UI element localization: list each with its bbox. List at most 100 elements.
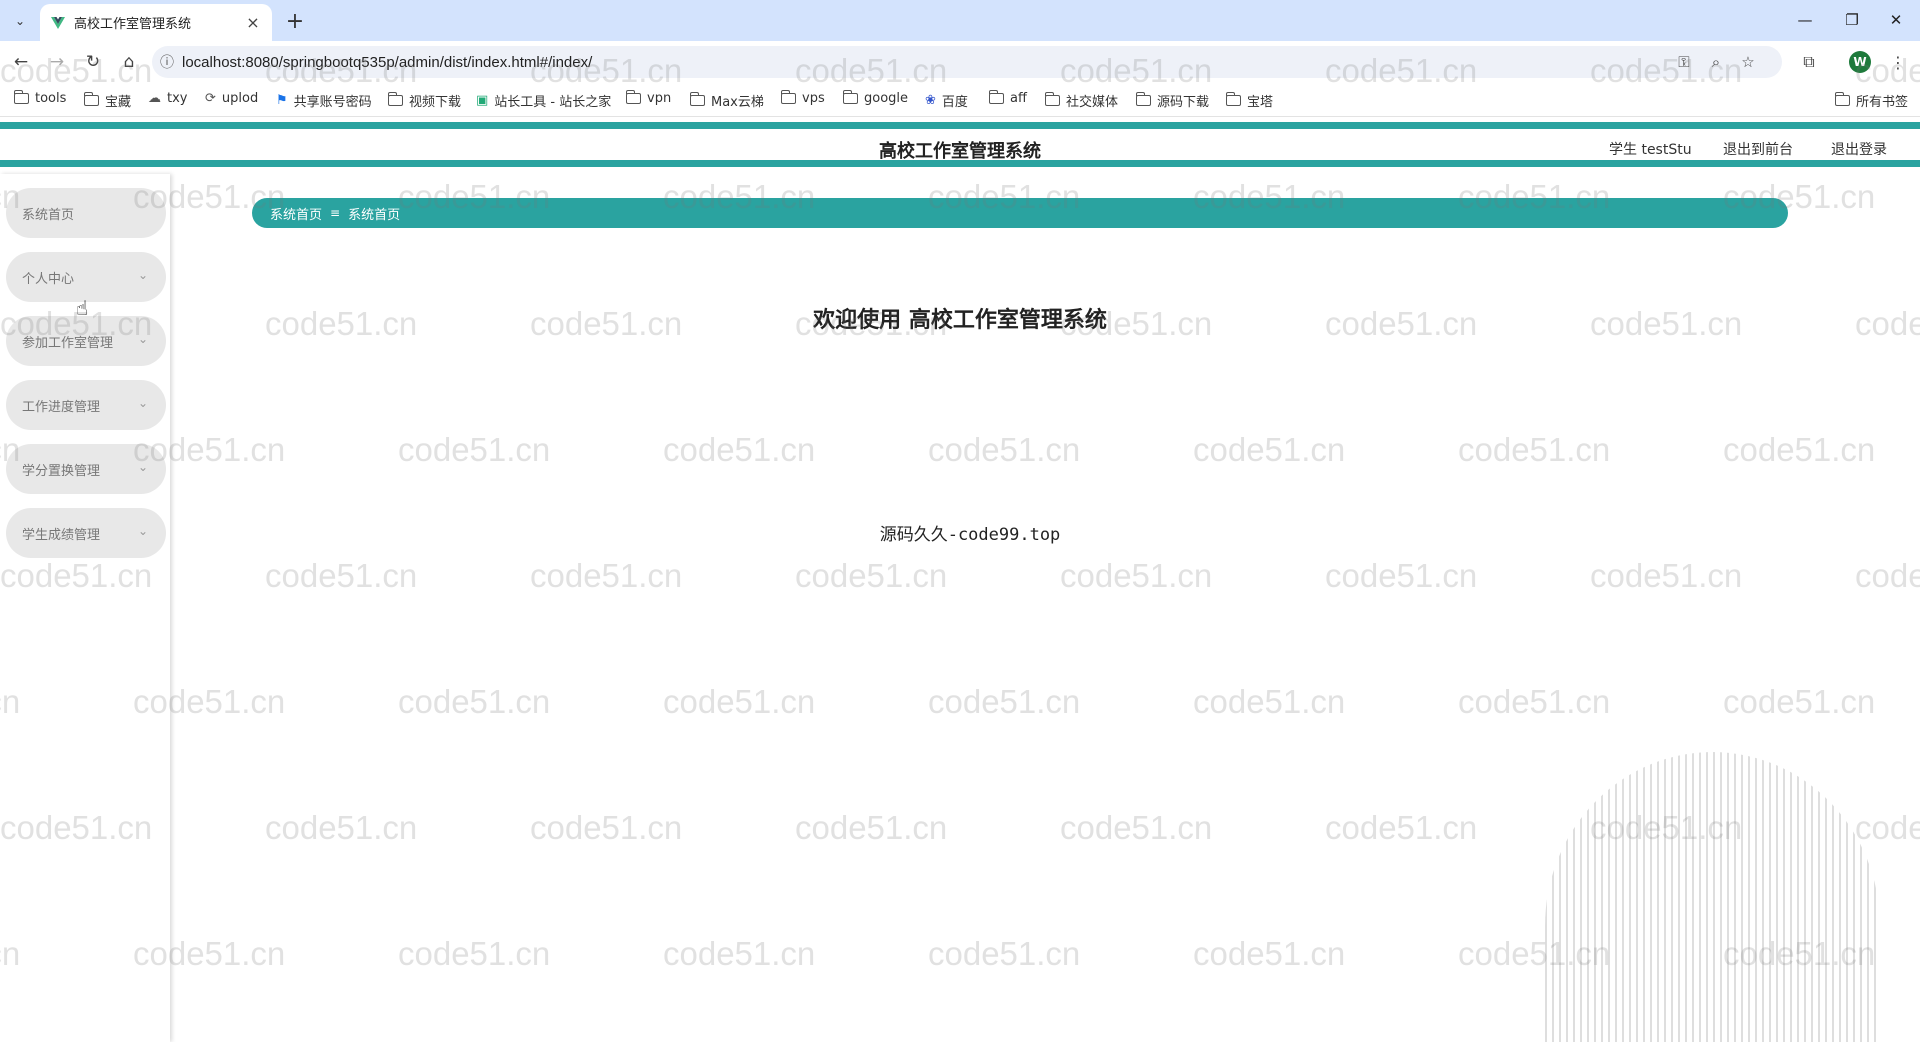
breadcrumb-home[interactable]: 系统首页 (270, 204, 322, 223)
tab-search-chevron-icon[interactable]: ⌄ (8, 9, 32, 33)
tab-title: 高校工作室管理系统 (74, 17, 192, 32)
bookmark-item[interactable]: ❀ 百度 (925, 91, 968, 110)
bookmark-item[interactable]: 宝藏 (83, 91, 131, 110)
bookmark-item[interactable]: vpn (625, 90, 671, 106)
source-text: 源码久久-code99.top (879, 525, 1061, 545)
forward-icon[interactable]: → (44, 49, 70, 75)
watermark-text: code51.cn (1723, 683, 1876, 720)
bookmark-item[interactable]: 源码下载 (1135, 91, 1209, 110)
breadcrumb: 系统首页 ≡ 系统首页 (252, 198, 1788, 228)
folder-icon (625, 90, 641, 104)
tab-close-icon[interactable]: × (244, 13, 262, 32)
watermark-text: code51.cn (1193, 683, 1346, 720)
bookmark-item[interactable]: ⟳ uplod (205, 91, 258, 106)
watermark-text: code51.cn (1723, 431, 1876, 468)
bookmark-item[interactable]: 社交媒体 (1044, 91, 1118, 110)
folder-icon (842, 90, 858, 104)
browser-toolbar: ← → ↻ ⌂ ⓘ localhost:8080/springbootq535p… (0, 41, 1920, 83)
folder-icon (387, 92, 403, 106)
folder-icon (1135, 92, 1151, 106)
bookmark-item[interactable]: ▣ 站长工具 - 站长之家 (476, 91, 611, 110)
watermark-text: code51.cn (1325, 809, 1478, 846)
home-icon[interactable]: ⌂ (116, 49, 142, 75)
watermark-text: code51.cn (1325, 557, 1478, 594)
decorative-stripes (1545, 752, 1880, 1042)
app-header: 高校工作室管理系统 学生 testStu 退出到前台 退出登录 (0, 122, 1920, 167)
bookmark-item[interactable]: Max云梯 (689, 91, 764, 110)
watermark-text: code51.cn (1590, 557, 1743, 594)
sidebar-item-profile[interactable]: 个人中心 ⌄ (6, 252, 166, 302)
bookmark-star-icon[interactable]: ☆ (1736, 50, 1760, 74)
watermark-text: code51.cn (1193, 431, 1346, 468)
watermark-text: code51.cn (795, 809, 948, 846)
bookmark-item[interactable]: google (842, 90, 908, 106)
watermark-text: code51.cn (663, 935, 816, 972)
folder-icon (780, 90, 796, 104)
address-bar[interactable]: ⓘ localhost:8080/springbootq535p/admin/d… (152, 46, 1782, 78)
extensions-icon[interactable]: ⧉ (1796, 49, 1822, 75)
sidebar-item-credit[interactable]: 学分置换管理 ⌄ (6, 444, 166, 494)
watermark-text: code51.cn (398, 935, 551, 972)
minimize-icon[interactable]: — (1785, 6, 1825, 34)
watermark-text: code51.cn (928, 935, 1081, 972)
bookmark-item[interactable]: aff (988, 90, 1027, 106)
browser-tab[interactable]: 高校工作室管理系统 × (40, 4, 272, 41)
watermark-text: code51.cn (795, 557, 948, 594)
restore-icon[interactable]: ❐ (1832, 6, 1872, 34)
hand-cursor-icon: ☝ (76, 296, 89, 320)
folder-icon (13, 90, 29, 104)
watermark-text: code51.cn (530, 809, 683, 846)
site-info-icon[interactable]: ⓘ (152, 52, 182, 72)
watermark-text: code51.cn (1193, 935, 1346, 972)
password-key-icon[interactable]: ⚿ (1672, 50, 1696, 74)
upload-icon: ⟳ (205, 91, 216, 106)
baidu-paw-icon: ❀ (925, 93, 936, 108)
back-to-front-link[interactable]: 退出到前台 (1723, 139, 1793, 159)
chevron-down-icon: ⌄ (137, 268, 148, 282)
reload-icon[interactable]: ↻ (80, 49, 106, 75)
folder-icon (83, 92, 99, 106)
bookmark-item[interactable]: 宝塔 (1225, 91, 1273, 110)
logout-link[interactable]: 退出登录 (1831, 139, 1887, 159)
sidebar-item-progress[interactable]: 工作进度管理 ⌄ (6, 380, 166, 430)
watermark-text: code51.cn (928, 683, 1081, 720)
bookmark-item[interactable]: 视频下载 (387, 91, 461, 110)
profile-avatar[interactable]: W (1849, 51, 1871, 73)
close-window-icon[interactable]: ✕ (1876, 6, 1916, 34)
vue-favicon-icon (50, 15, 66, 31)
zoom-icon[interactable]: ⌕ (1704, 50, 1728, 74)
menu-kebab-icon[interactable]: ⋮ (1885, 49, 1911, 75)
share-icon: ⚑ (276, 93, 288, 108)
bookmark-item[interactable]: ⚑ 共享账号密码 (276, 91, 372, 110)
back-icon[interactable]: ← (8, 49, 34, 75)
welcome-heading: 欢迎使用 高校工作室管理系统 (813, 308, 1107, 333)
chevron-down-icon: ⌄ (137, 396, 148, 410)
watermark-text: code51.cn (1855, 557, 1920, 594)
watermark-text: code51.cn (1855, 809, 1920, 846)
watermark-text: code51.cn (1060, 557, 1213, 594)
watermark-text: code51.cn (1458, 683, 1611, 720)
breadcrumb-separator: ≡ (330, 206, 341, 220)
bookmark-item[interactable]: tools (13, 90, 66, 106)
tool-icon: ▣ (476, 93, 489, 108)
chevron-down-icon: ⌄ (137, 332, 148, 346)
watermark-text: code51.cn (530, 557, 683, 594)
new-tab-button[interactable]: + (282, 8, 308, 34)
folder-icon (1225, 92, 1241, 106)
browser-tab-strip: ⌄ 高校工作室管理系统 × + — ❐ ✕ (0, 0, 1920, 41)
folder-icon (1834, 92, 1850, 106)
bookmark-item[interactable]: ☁ txy (148, 91, 187, 106)
watermark-text: code51.cn (265, 557, 418, 594)
watermark-text: code51.cn (1458, 431, 1611, 468)
watermark-text: code51.cn (663, 683, 816, 720)
url-text: localhost:8080/springbootq535p/admin/dis… (182, 53, 593, 71)
cloud-icon: ☁ (148, 91, 161, 106)
folder-icon (988, 90, 1004, 104)
watermark-text: code51.cn (1060, 809, 1213, 846)
breadcrumb-current: 系统首页 (348, 207, 401, 223)
all-bookmarks[interactable]: 所有书签 (1834, 91, 1908, 110)
bookmarks-bar: tools 宝藏 ☁ txy ⟳ uplod ⚑ 共享账号密码 视频下载 ▣ 站长工具 … (0, 83, 1920, 117)
sidebar-item-home[interactable]: 系统首页 (6, 188, 166, 238)
watermark-text: code51.cn (265, 809, 418, 846)
bookmark-item[interactable]: vps (780, 90, 825, 106)
